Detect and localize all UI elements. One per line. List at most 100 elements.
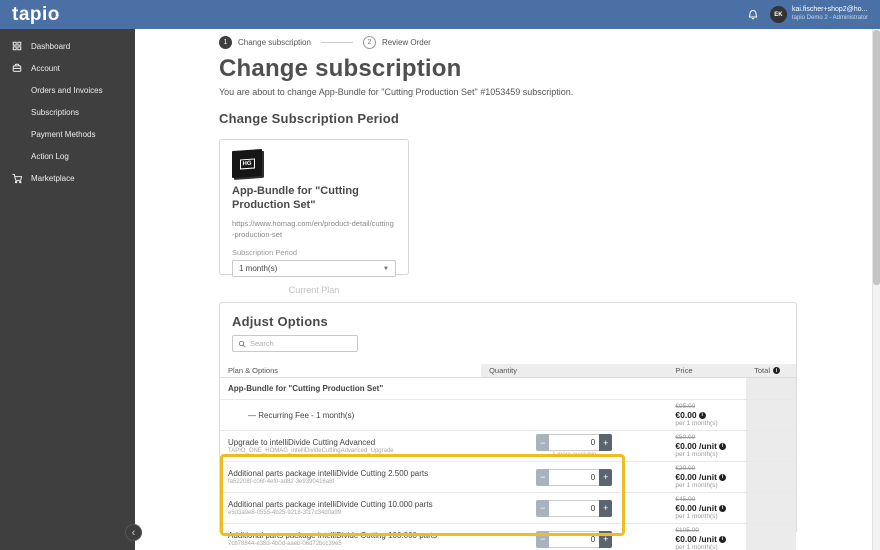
info-icon[interactable]: i [698, 411, 706, 419]
price-current-value: €0.00 /unit [675, 534, 717, 544]
quantity-input[interactable] [549, 499, 600, 517]
quantity-input[interactable] [549, 530, 600, 548]
info-icon[interactable]: i [718, 504, 726, 512]
options-header: Adjust Options [220, 314, 796, 352]
option-code: 7cb78844-e38d-4b0d-aaeb-06d72bcc39e5 [228, 541, 342, 547]
info-icon[interactable]: i [772, 367, 780, 374]
quantity-input[interactable] [549, 468, 600, 486]
quantity-increase-button[interactable]: + [599, 434, 613, 451]
quantity-increase-button[interactable]: + [599, 499, 613, 517]
user-info: kai.fischer+shop2@ho... tapio Demo 2 - A… [792, 6, 868, 22]
price-period: per 1 month(s) [675, 544, 718, 550]
step-1-label: Change subscription [238, 38, 311, 47]
total-cell [746, 493, 796, 523]
table-row: Upgrade to intelliDivide Cutting Advance… [220, 431, 796, 462]
app-window: tapio EK kai.fischer+shop2@ho... tapio D… [0, 0, 880, 550]
quantity-decrease-button[interactable]: − [536, 530, 550, 548]
sidebar-item-subscriptions[interactable]: Subscriptions [0, 101, 135, 123]
sidebar-item-marketplace[interactable]: Marketplace [0, 167, 135, 189]
price-cell: €50.00 €0.00 /unit i per 1 month(s) [667, 431, 746, 461]
column-header-total: Total i [746, 364, 796, 377]
quantity-cell: −+ [481, 493, 667, 523]
option-name: Additional parts package intelliDivide C… [228, 531, 438, 540]
current-plan-button[interactable]: Current Plan [232, 285, 396, 295]
quantity-cell [481, 400, 667, 430]
price-original: €50.00 [675, 434, 696, 441]
plan-option-cell: Upgrade to intelliDivide Cutting Advance… [220, 431, 481, 461]
price-period: per 1 month(s) [675, 451, 718, 458]
avatar[interactable]: EK [769, 6, 787, 23]
quantity-stepper: −+ [536, 434, 613, 451]
quantity-cell: −+ [481, 462, 667, 492]
quantity-cell: −+ [481, 524, 667, 550]
price-current: €0.00 i [675, 410, 738, 420]
option-code: fa52208f-c06f-4ef0-ad82-3e9390416a6f [228, 479, 335, 485]
price-current: €0.00 /unit i [675, 472, 738, 482]
total-cell [746, 431, 796, 461]
quantity-decrease-button[interactable]: − [536, 434, 550, 451]
info-icon[interactable]: i [718, 535, 726, 543]
quantity-decrease-button[interactable]: − [536, 468, 550, 486]
period-select-value: 1 month(s) [239, 264, 278, 273]
step-connector [320, 42, 353, 43]
total-cell [746, 400, 796, 430]
table-row: Additional parts package intelliDivide C… [220, 493, 796, 524]
price-current: €0.00 /unit i [675, 441, 738, 451]
adjust-options-card: Adjust Options Plan & Options Quantity P… [219, 302, 797, 550]
price-cell: €105.00 €0.00 /unit i per 1 month(s) [667, 524, 746, 550]
availability-note: 1 more available [552, 452, 597, 458]
total-cell [746, 378, 796, 399]
price-cell: €45.00 €0.00 /unit i per 1 month(s) [667, 493, 746, 523]
briefcase-icon [10, 63, 24, 73]
vertical-scrollbar[interactable] [872, 29, 880, 550]
period-select[interactable]: 1 month(s) ▼ [232, 260, 396, 277]
sidebar-label: Marketplace [31, 173, 75, 183]
period-section-heading: Change Subscription Period [219, 111, 399, 126]
scrollbar-thumb[interactable] [873, 30, 880, 285]
info-icon[interactable]: i [718, 442, 726, 450]
sidebar-item-payment-methods[interactable]: Payment Methods [0, 123, 135, 145]
sidebar-item-account[interactable]: Account [0, 57, 135, 79]
sidebar-label: Orders and Invoices [31, 85, 103, 95]
info-icon[interactable]: i [718, 473, 726, 481]
sidebar-label: Payment Methods [31, 129, 96, 139]
quantity-increase-button[interactable]: + [599, 468, 613, 486]
tapio-logo[interactable]: tapio [12, 4, 60, 26]
price-original: €95.00 [675, 403, 696, 410]
price-current-value: €0.00 /unit [675, 472, 717, 482]
price-current-value: €0.00 /unit [675, 441, 717, 451]
options-table: Plan & Options Quantity Price Total i Ap… [220, 364, 796, 550]
option-name: Upgrade to intelliDivide Cutting Advance… [228, 438, 376, 447]
sidebar-collapse-button[interactable]: ‹ [125, 524, 142, 541]
option-name: Additional parts package intelliDivide C… [228, 469, 429, 478]
price-current: €0.00 /unit i [675, 534, 738, 544]
plan-option-cell: Additional parts package intelliDivide C… [220, 524, 481, 550]
notifications-bell-icon[interactable] [747, 8, 759, 21]
sidebar-item-dashboard[interactable]: Dashboard [0, 35, 135, 57]
total-label: Total [754, 366, 770, 375]
quantity-cell [481, 378, 667, 399]
price-period: per 1 month(s) [675, 420, 718, 427]
topbar-right: EK kai.fischer+shop2@ho... tapio Demo 2 … [747, 6, 868, 23]
price-current: €0.00 /unit i [675, 503, 738, 513]
total-cell [746, 462, 796, 492]
price-current-value: €0.00 /unit [675, 503, 717, 513]
sidebar: Dashboard Account Orders and Invoices Su… [0, 29, 135, 550]
quantity-increase-button[interactable]: + [599, 530, 613, 548]
quantity-stepper: −+ [536, 530, 613, 548]
price-original: €105.00 [675, 527, 699, 534]
quantity-stepper: −+ [536, 468, 613, 486]
user-menu[interactable]: EK kai.fischer+shop2@ho... tapio Demo 2 … [769, 6, 868, 23]
sidebar-item-action-log[interactable]: Action Log [0, 145, 135, 167]
product-url-link[interactable]: https://www.homag.com/en/product-detail/… [232, 218, 396, 241]
search-input[interactable] [250, 339, 352, 348]
price-period: per 1 month(s) [675, 482, 718, 489]
dashboard-icon [10, 41, 24, 51]
sidebar-label: Dashboard [31, 41, 71, 51]
step-2-circle: 2 [362, 36, 376, 49]
topbar: tapio EK kai.fischer+shop2@ho... tapio D… [0, 0, 880, 29]
sidebar-item-orders-invoices[interactable]: Orders and Invoices [0, 79, 135, 101]
quantity-decrease-button[interactable]: − [536, 499, 550, 517]
sidebar-label: Account [31, 63, 60, 73]
quantity-input[interactable] [549, 434, 600, 451]
